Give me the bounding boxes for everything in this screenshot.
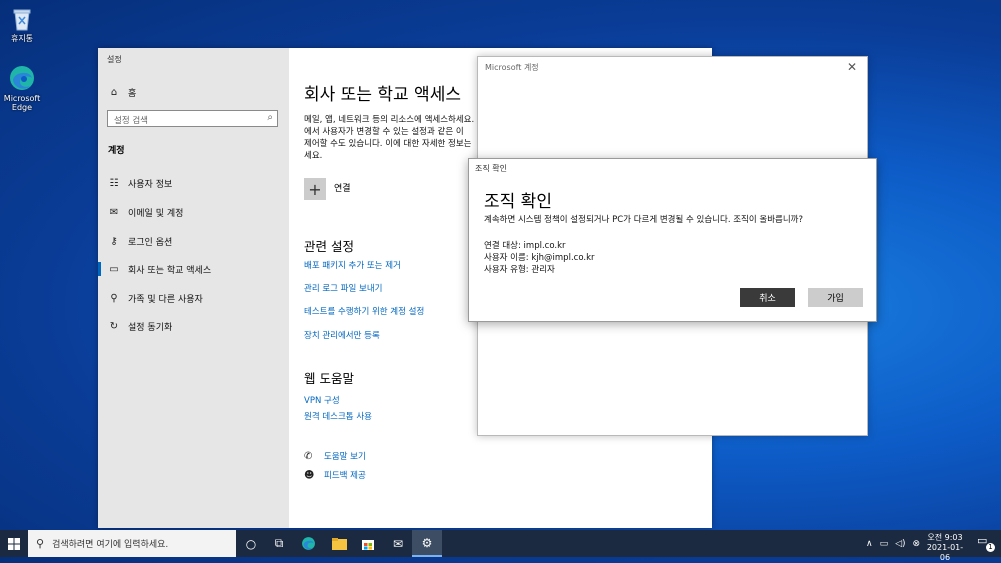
sidebar-item-sync[interactable]: ↻ 설정 동기화 bbox=[108, 320, 172, 333]
link-test-account[interactable]: 테스트를 수행하기 위한 계정 설정 bbox=[304, 305, 424, 317]
taskbar-search-placeholder: 검색하려면 여기에 입력하세요. bbox=[52, 540, 169, 550]
get-help-link[interactable]: ✆ 도움말 보기 bbox=[304, 450, 366, 463]
task-view-icon[interactable]: ⧉ bbox=[264, 530, 294, 557]
active-indicator bbox=[98, 262, 101, 276]
link-send-log[interactable]: 관리 로그 파일 보내기 bbox=[304, 282, 383, 294]
sidebar-item-family[interactable]: ⚲ 가족 및 다른 사용자 bbox=[108, 292, 203, 305]
search-icon: ⌕ bbox=[267, 112, 273, 123]
mail-icon: ✉ bbox=[109, 207, 119, 218]
connect-label: 연결 bbox=[334, 184, 351, 194]
ime-icon[interactable]: ⊗ bbox=[913, 539, 921, 549]
network-icon[interactable]: ▭ bbox=[880, 539, 889, 549]
sidebar-item-label: 회사 또는 학교 액세스 bbox=[128, 266, 212, 276]
web-help-title: 웹 도움말 bbox=[304, 371, 354, 386]
page-title: 회사 또는 학교 액세스 bbox=[304, 85, 461, 105]
settings-sidebar: 설정 ⌂ 홈 설정 검색 ⌕ 계정 ☷ 사용자 정보 ✉ 이메일 및 계정 ⚷ … bbox=[98, 48, 289, 528]
search-icon: ⚲ bbox=[36, 537, 45, 550]
sync-icon: ↻ bbox=[109, 321, 119, 332]
volume-icon[interactable]: ◁) bbox=[895, 539, 905, 549]
settings-taskbar-icon[interactable]: ⚙ bbox=[412, 530, 442, 557]
sidebar-item-label: 가족 및 다른 사용자 bbox=[128, 295, 203, 305]
connect-button[interactable]: + 연결 bbox=[304, 178, 351, 200]
taskbar: ⚲ 검색하려면 여기에 입력하세요. ○ ⧉ ✉ ⚙ ∧ ▭ ◁) ⊗ 오전 9… bbox=[0, 530, 1001, 562]
settings-search-input[interactable]: 설정 검색 ⌕ bbox=[107, 110, 278, 127]
link-remote-desktop[interactable]: 원격 데스크톱 사용 bbox=[304, 410, 372, 422]
cortana-icon[interactable]: ○ bbox=[236, 530, 266, 557]
detail-username: 사용자 이름: kjh@impl.co.kr bbox=[484, 253, 595, 263]
desktop-icon-edge[interactable]: Microsoft Edge bbox=[0, 64, 44, 112]
clock-date: 2021-01-06 bbox=[926, 543, 964, 562]
join-button[interactable]: 가입 bbox=[808, 288, 863, 307]
taskbar-search-input[interactable]: ⚲ 검색하려면 여기에 입력하세요. bbox=[28, 530, 236, 557]
edge-taskbar-icon[interactable] bbox=[293, 530, 323, 557]
file-explorer-icon[interactable] bbox=[324, 530, 354, 557]
clock-time: 오전 9:03 bbox=[927, 533, 963, 542]
taskbar-clock[interactable]: 오전 9:03 2021-01-06 bbox=[922, 533, 968, 563]
chevron-up-icon[interactable]: ∧ bbox=[866, 539, 873, 549]
sidebar-item-home[interactable]: ⌂ 홈 bbox=[108, 86, 136, 99]
sidebar-item-signin[interactable]: ⚷ 로그인 옵션 bbox=[108, 235, 172, 248]
start-button[interactable] bbox=[0, 530, 28, 557]
mail-taskbar-icon[interactable]: ✉ bbox=[383, 530, 413, 557]
related-settings-title: 관련 설정 bbox=[304, 239, 354, 254]
briefcase-icon: ▭ bbox=[109, 264, 119, 275]
sidebar-item-label: 설정 동기화 bbox=[128, 323, 173, 333]
notification-count: 1 bbox=[986, 543, 995, 552]
dialog-heading: 조직 확인 bbox=[484, 192, 552, 212]
windows-logo-icon bbox=[8, 537, 20, 550]
dialog-title: 조직 확인 bbox=[475, 164, 507, 173]
sidebar-item-label: 홈 bbox=[128, 89, 137, 99]
detail-connect-target: 연결 대상: impl.co.kr bbox=[484, 241, 566, 251]
close-icon[interactable]: ✕ bbox=[847, 60, 857, 74]
link-add-remove-package[interactable]: 배포 패키지 추가 또는 제거 bbox=[304, 259, 401, 271]
key-icon: ⚷ bbox=[110, 236, 118, 247]
feedback-icon: ☻ bbox=[304, 469, 315, 481]
desktop-icon-label: 휴지통 bbox=[10, 34, 34, 43]
home-icon: ⌂ bbox=[110, 87, 118, 98]
window-title: Microsoft 계정 bbox=[485, 63, 539, 72]
user-info-icon: ☷ bbox=[109, 178, 119, 189]
plus-icon: + bbox=[304, 178, 326, 200]
help-chat-icon: ✆ bbox=[304, 450, 313, 462]
link-device-management[interactable]: 장치 관리에서만 등록 bbox=[304, 329, 380, 341]
help-label: 도움말 보기 bbox=[324, 452, 366, 462]
sidebar-item-label: 이메일 및 계정 bbox=[128, 209, 184, 219]
sidebar-item-label: 로그인 옵션 bbox=[128, 238, 173, 248]
sidebar-item-user-info[interactable]: ☷ 사용자 정보 bbox=[108, 177, 173, 190]
cancel-button[interactable]: 취소 bbox=[740, 288, 795, 307]
search-placeholder: 설정 검색 bbox=[114, 116, 148, 126]
sidebar-item-label: 사용자 정보 bbox=[128, 180, 173, 190]
system-tray: ∧ ▭ ◁) ⊗ bbox=[866, 530, 920, 557]
sidebar-item-work-school[interactable]: ▭ 회사 또는 학교 액세스 bbox=[108, 263, 211, 276]
window-title: 설정 bbox=[107, 55, 122, 64]
store-icon[interactable] bbox=[353, 530, 383, 557]
person-add-icon: ⚲ bbox=[110, 293, 118, 304]
desktop-icon-recycle-bin[interactable]: 휴지통 bbox=[0, 4, 44, 43]
feedback-link[interactable]: ☻ 피드백 제공 bbox=[304, 469, 366, 482]
link-vpn[interactable]: VPN 구성 bbox=[304, 394, 340, 406]
desktop-icon-label: Microsoft Edge bbox=[3, 94, 41, 112]
detail-user-type: 사용자 유형: 관리자 bbox=[484, 265, 555, 275]
dialog-message: 계속하면 시스템 정책이 설정되거나 PC가 다르게 변경될 수 있습니다. 조… bbox=[484, 215, 803, 225]
notification-icon[interactable]: ▭ 1 bbox=[977, 534, 995, 552]
page-description: 메일, 앱, 네트워크 등의 리소스에 액세스하세요. 에서 사용자가 변경할 … bbox=[304, 115, 475, 161]
edge-icon bbox=[8, 64, 36, 92]
sidebar-item-email[interactable]: ✉ 이메일 및 계정 bbox=[108, 206, 184, 219]
feedback-label: 피드백 제공 bbox=[324, 471, 366, 481]
org-confirm-dialog: 조직 확인 조직 확인 계속하면 시스템 정책이 설정되거나 PC가 다르게 변… bbox=[468, 158, 877, 322]
recycle-bin-icon bbox=[8, 4, 36, 32]
sidebar-section-title: 계정 bbox=[108, 146, 125, 156]
